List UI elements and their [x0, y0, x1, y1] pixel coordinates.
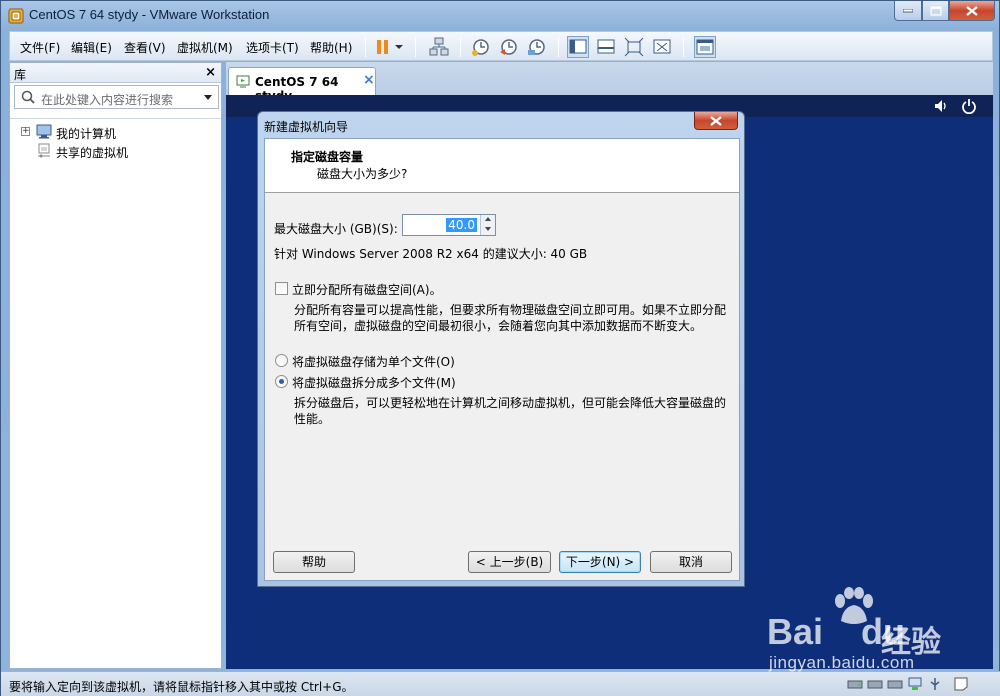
baidu-watermark: Bai du 经验 jingyan.baidu.com — [767, 587, 987, 672]
thumbnail-icon[interactable] — [694, 36, 716, 58]
library-search-input[interactable]: 在此处键入内容进行搜索 — [14, 85, 219, 109]
stepper-arrows[interactable] — [480, 215, 495, 235]
menu-vm[interactable]: 虚拟机(M) — [177, 39, 233, 56]
floppy-status-icon[interactable] — [887, 677, 903, 691]
tab-bar: CentOS 7 64 stydy × — [226, 62, 993, 103]
toolbar-separator — [365, 37, 366, 57]
back-button[interactable]: < 上一步(B) — [468, 551, 551, 573]
dialog-body: 指定磁盘容量 磁盘大小为多少? 最大磁盘大小 (GB)(S): 40.0 针对 … — [264, 138, 740, 581]
library-header: 库 × — [10, 63, 221, 83]
snapshot-take-icon[interactable] — [470, 36, 492, 58]
toolbar-separator — [558, 37, 559, 57]
search-icon — [21, 90, 35, 107]
dialog-header: 指定磁盘容量 磁盘大小为多少? — [265, 139, 739, 193]
power-icon[interactable] — [961, 98, 977, 117]
toolbar-separator — [460, 37, 461, 57]
max-size-label: 最大磁盘大小 (GB)(S): — [274, 222, 398, 236]
recommended-size-text: 针对 Windows Server 2008 R2 x64 的建议大小: 40 … — [274, 247, 588, 261]
tree-item-label: 共享的虚拟机 — [56, 146, 129, 160]
snapshot-manager-icon[interactable] — [526, 36, 548, 58]
allocate-now-checkbox[interactable] — [275, 282, 288, 295]
step-subtitle: 磁盘大小为多少? — [317, 167, 408, 181]
shared-vm-icon — [36, 143, 52, 161]
fullscreen-icon[interactable] — [623, 36, 645, 58]
watermark-url: jingyan.baidu.com — [769, 653, 915, 672]
tab-close-icon[interactable]: × — [363, 72, 375, 88]
max-size-value[interactable]: 40.0 — [446, 218, 477, 232]
library-close-icon[interactable]: × — [205, 65, 216, 80]
hdd-status-icon[interactable] — [847, 677, 863, 691]
split-files-radio[interactable] — [275, 375, 288, 388]
status-bar: 要将输入定向到该虚拟机，请将鼠标指针移入其中或按 Ctrl+G。 — [1, 671, 1000, 696]
vmware-app-icon — [8, 8, 24, 24]
max-size-stepper[interactable]: 40.0 — [402, 214, 496, 236]
dropdown-arrow-icon[interactable] — [392, 36, 414, 58]
volume-icon[interactable] — [933, 98, 949, 117]
tree-item-label: 我的计算机 — [56, 127, 117, 141]
split-description: 拆分磁盘后，可以更轻松地在计算机之间移动虚拟机，但可能会降低大容量磁盘的性能。 — [294, 396, 727, 426]
tab-centos[interactable]: CentOS 7 64 stydy × — [228, 67, 376, 103]
message-icon[interactable] — [953, 677, 969, 691]
menu-help[interactable]: 帮助(H) — [310, 39, 352, 56]
snapshot-revert-icon[interactable] — [498, 36, 520, 58]
window-close-button[interactable] — [949, 1, 995, 21]
next-button[interactable]: 下一步(N) > — [559, 551, 641, 573]
vmware-window: CentOS 7 64 stydy - VMware Workstation 文… — [0, 0, 1000, 696]
status-text: 要将输入定向到该虚拟机，请将鼠标指针移入其中或按 Ctrl+G。 — [9, 680, 354, 694]
usb-status-icon[interactable] — [927, 677, 943, 691]
menu-tabs[interactable]: 选项卡(T) — [246, 39, 299, 56]
search-placeholder: 在此处键入内容进行搜索 — [41, 93, 174, 107]
library-tree: + 我的计算机 共享的虚拟机 — [10, 118, 221, 668]
network-icon[interactable] — [428, 36, 450, 58]
title-bar: CentOS 7 64 stydy - VMware Workstation — [1, 1, 1000, 31]
library-panel: 库 × 在此处键入内容进行搜索 + 我的计算机 共享的虚拟机 — [9, 62, 222, 669]
allocate-description: 分配所有容量可以提高性能，但要求所有物理磁盘空间立即可用。如果不立即分配所有空间… — [294, 303, 727, 333]
cd-status-icon[interactable] — [867, 677, 883, 691]
chevron-down-icon[interactable] — [204, 95, 212, 100]
stepper-up-icon[interactable] — [485, 217, 491, 221]
dialog-close-button[interactable] — [694, 112, 738, 130]
menu-edit[interactable]: 编辑(E) — [71, 39, 112, 56]
step-title: 指定磁盘容量 — [291, 150, 364, 164]
menu-toolbar: 文件(F) 编辑(E) 查看(V) 虚拟机(M) 选项卡(T) 帮助(H) — [9, 31, 993, 61]
menu-view[interactable]: 查看(V) — [124, 39, 166, 56]
library-title: 库 — [14, 68, 27, 82]
toolbar-separator — [683, 37, 684, 57]
new-vm-wizard-dialog: 新建虚拟机向导 指定磁盘容量 磁盘大小为多少? 最大磁盘大小 (GB)(S): … — [257, 111, 745, 587]
dialog-title: 新建虚拟机向导 — [264, 120, 349, 134]
single-file-radio[interactable] — [275, 354, 288, 367]
computer-icon — [36, 124, 52, 142]
maximize-button[interactable] — [922, 1, 949, 21]
cancel-button[interactable]: 取消 — [650, 551, 732, 573]
tree-item-my-computer[interactable]: + 我的计算机 — [10, 123, 221, 141]
pause-icon[interactable] — [372, 36, 394, 58]
view-console-icon[interactable] — [595, 36, 617, 58]
stepper-down-icon[interactable] — [485, 227, 491, 231]
tree-item-shared-vms[interactable]: 共享的虚拟机 — [10, 142, 221, 160]
help-button[interactable]: 帮助 — [273, 551, 355, 573]
menu-file[interactable]: 文件(F) — [20, 39, 60, 56]
unity-icon[interactable] — [651, 36, 673, 58]
expand-icon[interactable]: + — [21, 127, 30, 136]
allocate-now-label[interactable]: 立即分配所有磁盘空间(A)。 — [292, 281, 442, 298]
minimize-button[interactable] — [894, 1, 922, 21]
single-file-label[interactable]: 将虚拟磁盘存储为单个文件(O) — [292, 353, 455, 370]
vm-tab-icon — [236, 74, 250, 91]
window-title: CentOS 7 64 stydy - VMware Workstation — [29, 7, 270, 22]
toolbar-separator — [415, 37, 416, 57]
split-files-label[interactable]: 将虚拟磁盘拆分成多个文件(M) — [292, 374, 456, 391]
network-status-icon[interactable] — [907, 677, 923, 691]
view-library-icon[interactable] — [567, 36, 589, 58]
